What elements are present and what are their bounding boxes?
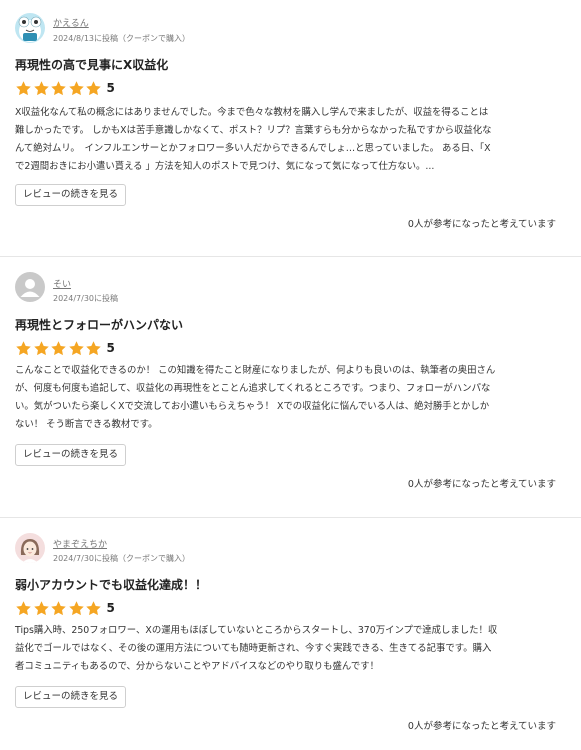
star-icon [16,80,31,95]
reviewer-name-link[interactable]: やまぞえちか [53,537,107,550]
star-icon [68,80,84,95]
review-card: やまぞえちか 2024/7/30に投稿（クーポンで購入） 弱小アカウントでも収益… [0,518,581,750]
review-date: 2024/7/30に投稿 [53,294,119,303]
review-body-line: で2週間おきにお小遣い貰える 」方法を知人のポストで見つけ、気になって気になって… [15,161,435,172]
star-icon [33,600,49,615]
read-more-button[interactable]: レビューの続きを見る [15,444,127,466]
star-icon [33,340,49,355]
star-icon [86,80,101,95]
star-icon [86,340,101,355]
illustrated-woman-avatar-icon[interactable] [15,533,45,563]
review-body-line: 益化でゴールではなく、その後の運用方法についても随時更新され、今すぐ実践できる、… [15,643,492,654]
review-body-line: い。気がついたら楽しくXで交流してお小遣いもらえちゃう！ Xでの収益化に悩んでい… [15,401,490,412]
star-rating: 5 [15,599,115,617]
review-body: X収益化なんて私の概念にはありませんでした。今まで色々な教材を購入し学んで来まし… [15,104,560,176]
star-icon [16,340,31,355]
review-body: こんなことで収益化できるのか！ この知識を得たこと財産になりましたが、何よりも良… [15,362,560,434]
star-icon [68,340,84,355]
review-body-line: 難しかったです。 しかもXは苦手意識しかなくて、ポスト？リプ？言葉すらも分からな… [15,125,492,136]
default-user-avatar-icon[interactable] [15,272,45,302]
reviewer-name-link[interactable]: そい [53,277,71,290]
review-body: Tips購入時、250フォロワー、Xの運用もほぼしていないところからスタートし、… [15,622,560,676]
review-body-line: んて絶対ムリ。 インフルエンサーとかフォロワー多い人だからできるんでしょ…と思っ… [15,143,491,154]
star-icon [51,340,66,355]
star-icons [15,340,103,357]
star-icon [68,600,84,615]
review-card: かえるん 2024/8/13に投稿（クーポンで購入） 再現性の高で見事にX収益化… [0,0,581,257]
review-title: 再現性の高で見事にX収益化 [15,58,169,72]
star-icon [33,80,49,95]
helpful-count: 0人が参考になったと考えています [407,219,556,230]
review-card: そい 2024/7/30に投稿 再現性とフォローがハンパない 5 こんなことで収… [0,257,581,518]
review-body-line: こんなことで収益化できるのか！ この知識を得たこと財産になりましたが、何よりも良… [15,365,496,376]
review-body-line: が、何度も何度も追記して、収益化の再現性をとことん追求してくれるところです。つま… [15,383,491,394]
star-icon [51,80,66,95]
star-rating: 5 [15,339,115,357]
review-body-line: X収益化なんて私の概念にはありませんでした。今まで色々な教材を購入し学んで来まし… [15,107,489,118]
rating-score: 5 [106,81,115,95]
helpful-count: 0人が参考になったと考えています [407,479,556,490]
star-icon [51,600,66,615]
review-date: 2024/8/13に投稿（クーポンで購入） [53,34,191,43]
star-icon [86,600,101,615]
review-body-line: ない！ そう断言できる教材です。 [15,419,158,430]
review-date: 2024/7/30に投稿（クーポンで購入） [53,554,191,563]
read-more-button[interactable]: レビューの続きを見る [15,184,127,206]
star-icon [16,600,31,615]
frog-character-avatar-icon[interactable] [15,13,45,43]
star-rating: 5 [15,79,115,97]
helpful-count: 0人が参考になったと考えています [407,721,556,732]
review-title: 再現性とフォローがハンパない [15,318,184,332]
read-more-button[interactable]: レビューの続きを見る [15,686,127,708]
rating-score: 5 [106,341,115,355]
reviewer-name-link[interactable]: かえるん [53,16,89,29]
review-body-line: Tips購入時、250フォロワー、Xの運用もほぼしていないところからスタートし、… [15,625,498,636]
star-icons [15,600,103,617]
star-icons [15,80,103,97]
rating-score: 5 [106,601,115,615]
review-title: 弱小アカウントでも収益化達成！！ [15,578,208,592]
review-body-line: 者コミュニティもあるので、分からないことやアドバイスなどのやり取りも盛んです！ [15,661,379,672]
